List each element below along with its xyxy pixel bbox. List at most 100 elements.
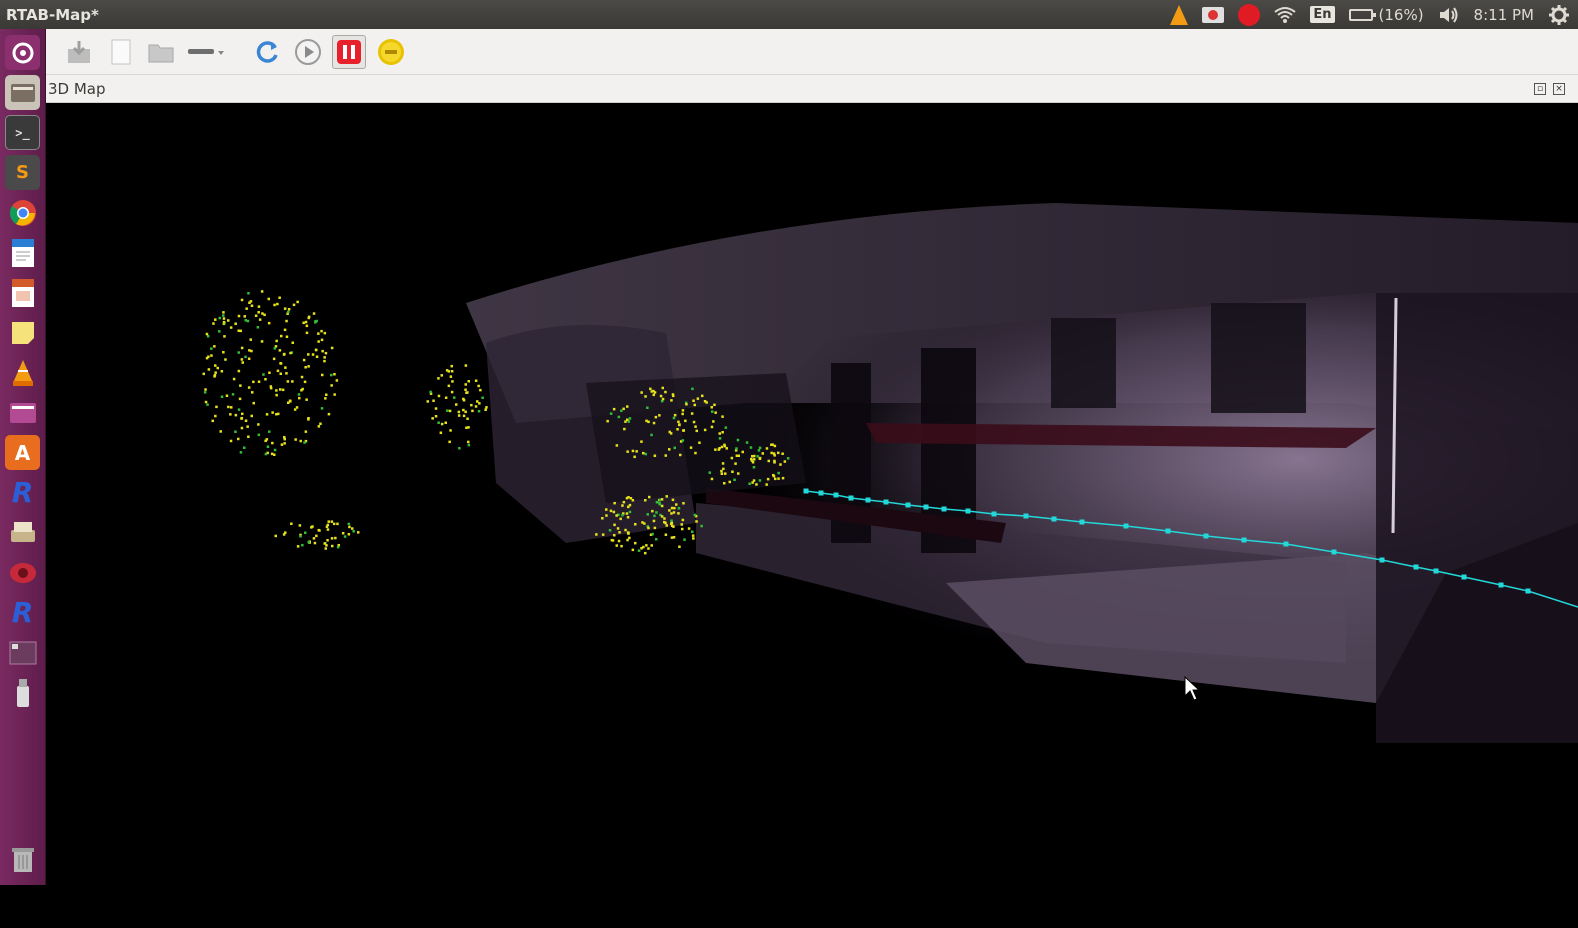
trajectory-node [1525,588,1531,594]
feature-point [661,397,665,401]
feature-point [621,504,624,507]
trajectory-node [1165,528,1171,534]
feature-point [285,372,288,375]
feature-point [737,454,740,457]
workspace-switcher-icon[interactable] [5,635,40,670]
feature-point [765,447,769,450]
trajectory-node [1079,519,1085,525]
feature-point [745,441,749,444]
feature-point [256,326,260,329]
feature-point [284,366,287,369]
feature-point [237,314,241,318]
feature-point [457,414,461,417]
feature-point [277,412,280,416]
feature-point [222,351,225,354]
trajectory-node [883,499,889,505]
keyboard-language-icon[interactable]: En [1310,4,1335,26]
feature-point [227,319,230,322]
trash-icon[interactable] [5,841,40,876]
writer-icon[interactable] [5,235,40,270]
feature-point [204,400,208,404]
settings-gear-icon[interactable] [1548,4,1570,26]
feature-point [323,331,327,335]
feature-point [735,447,738,450]
3d-map-viewport[interactable] [46,103,1578,885]
feature-point [652,393,655,397]
feature-point [609,509,613,513]
files-icon[interactable] [5,75,40,110]
feature-point [312,537,316,540]
feature-point [287,310,290,314]
feature-point [730,456,734,460]
feature-point [615,544,618,547]
feature-point [311,353,315,356]
feature-point [464,383,467,386]
usb-drive-icon[interactable] [5,675,40,710]
record-icon[interactable] [1238,3,1261,26]
software-center-icon[interactable]: A [5,435,40,470]
feature-point [278,296,281,299]
feature-point [710,406,713,409]
feature-point [620,409,623,412]
feature-point [659,394,663,398]
feature-point [434,415,438,418]
feature-point [264,378,267,381]
feature-point [239,451,243,454]
wifi-icon[interactable] [1274,4,1296,26]
feature-point [450,370,454,373]
trajectory-node [965,508,971,514]
feature-point [304,430,308,433]
feature-point [351,527,354,530]
feature-point [694,451,697,455]
pause-icon[interactable] [332,35,366,69]
refresh-icon[interactable] [250,35,284,69]
vlc-icon[interactable] [5,355,40,390]
feature-point [595,533,598,536]
stop-icon[interactable] [374,35,408,69]
screen-recorder-icon[interactable] [1202,4,1225,26]
ubuntu-dash-icon[interactable] [5,35,40,70]
vlc-icon[interactable] [1170,4,1189,26]
feature-point [444,396,448,399]
play-icon[interactable] [291,35,325,69]
rtabmap-icon[interactable]: R [5,475,40,510]
chrome-icon[interactable] [5,195,40,230]
feature-point [444,421,447,424]
feature-point [652,389,655,393]
rtabmap-icon-2[interactable]: R [5,595,40,630]
feature-point [625,512,629,515]
feature-point [247,386,251,389]
archive-icon[interactable] [5,395,40,430]
feature-point [653,514,656,518]
feature-point [220,395,224,398]
sticky-notes-icon[interactable] [5,315,40,350]
feature-point [343,535,347,538]
volume-icon[interactable] [1438,4,1460,26]
feature-point [273,347,277,350]
trajectory-node [833,492,839,498]
feature-point [288,399,292,402]
feature-point [215,405,218,409]
open-icon[interactable] [144,35,178,69]
scanner-icon[interactable] [5,515,40,550]
impress-icon[interactable] [5,275,40,310]
new-icon[interactable] [104,35,138,69]
feature-point [320,407,324,410]
sublime-text-icon[interactable]: S [5,155,40,190]
dock-float-icon[interactable]: ▫ [1534,83,1546,95]
dock-close-icon[interactable]: × [1553,83,1565,95]
clock[interactable]: 8:11 PM [1474,4,1534,26]
battery-icon[interactable]: (16%) [1348,4,1424,26]
terminal-icon[interactable]: >_ [5,115,40,150]
feature-point [304,531,307,534]
screen-recorder-icon[interactable] [5,555,40,590]
feature-point [286,380,290,383]
feature-point [678,545,681,548]
feature-point [620,544,623,548]
camera-source-dropdown-icon[interactable] [184,35,228,69]
feature-point [698,441,701,444]
feature-point [246,425,249,428]
feature-point [680,523,683,526]
feature-point [701,394,704,398]
save-icon[interactable] [62,35,96,69]
